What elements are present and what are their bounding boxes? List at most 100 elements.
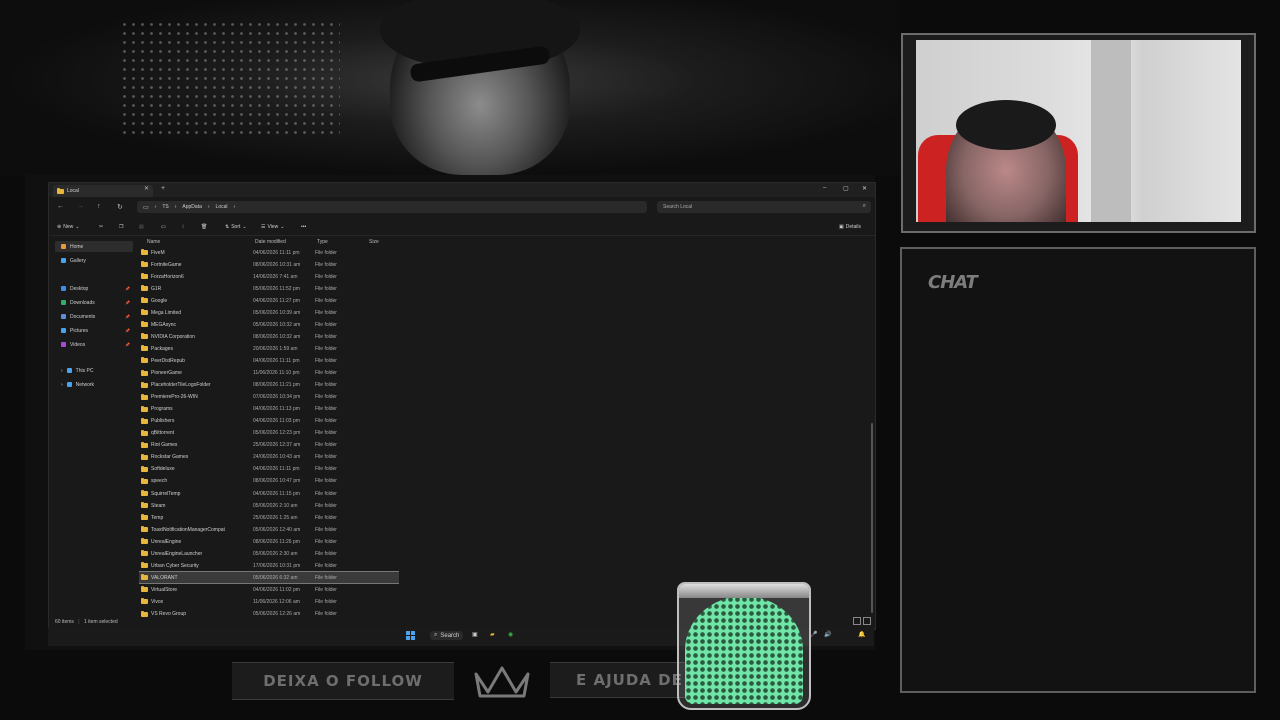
details-view-icon[interactable] [853,617,861,625]
file-explorer-icon[interactable]: ▰ [490,631,495,638]
table-row[interactable]: PremierePro-26-WIN 07/06/2026 10:34 pm Fil… [139,392,399,403]
back-icon[interactable]: ← [57,203,64,210]
start-button[interactable] [406,631,415,640]
table-row[interactable]: Steam 05/06/2026 2:10 am File folder [139,500,399,511]
sidebar-item-documents[interactable]: Documents 📌 [55,311,133,322]
chrome-icon[interactable]: ◉ [508,631,513,638]
sidebar-item-this-pc[interactable]: › This PC [55,365,133,376]
table-row[interactable]: PeerDistRepub 04/06/2026 11:11 pm File fol… [139,355,399,366]
sidebar-item-desktop[interactable]: Desktop 📌 [55,283,133,294]
volume-icon[interactable]: 🔊 [824,631,831,638]
column-name[interactable]: Name [147,239,160,245]
taskbar-search[interactable]: ⌕ Search [430,631,464,640]
table-row[interactable]: PioneerGame 11/06/2026 11:10 pm File folde… [139,368,399,379]
table-row[interactable]: MEGAsync 05/06/2026 10:32 am File folder [139,319,399,330]
table-row[interactable]: Rockstar Games 24/06/2026 10:43 am File fo… [139,452,399,463]
folder-icon [141,477,148,484]
documents-icon [61,314,66,319]
file-type: File folder [315,574,337,581]
table-row[interactable]: ToastNotificationManagerCompat 05/06/2026… [139,524,399,535]
file-name-label: VALORANT [151,574,178,581]
table-row[interactable]: G1R 05/06/2026 11:52 pm File folder [139,283,399,294]
search-icon: ⌕ [434,632,438,638]
more-options-icon[interactable]: ••• [301,224,306,230]
table-row[interactable]: speech 08/06/2026 10:47 pm File folder [139,476,399,487]
table-row[interactable]: qBittorrent 05/06/2026 12:23 pm File folde… [139,428,399,439]
scrollbar[interactable] [871,423,873,613]
sidebar-item-pictures[interactable]: Pictures 📌 [55,325,133,336]
up-icon[interactable]: ↑ [97,203,101,210]
forward-icon[interactable]: → [77,203,84,210]
close-window-icon[interactable]: ✕ [862,185,867,192]
sidebar-item-gallery[interactable]: Gallery [55,255,133,266]
file-name: VALORANT [141,574,178,581]
rename-icon[interactable]: ▭ [161,224,166,230]
tab-local[interactable]: Local ✕ [53,185,153,197]
table-row[interactable]: UnrealEngineLauncher 05/06/2026 2:30 am Fi… [139,548,399,559]
table-row[interactable]: VALORANT 05/06/2026 6:32 am File folder [139,571,399,585]
table-row[interactable]: FortniteGame 08/06/2026 10:31 am File fold… [139,259,399,270]
table-row[interactable]: SquirrelTemp 04/06/2026 11:15 pm File fold… [139,488,399,499]
folder-icon [141,574,148,581]
microphone-icon[interactable]: 🎤 [810,631,817,638]
share-icon[interactable]: ⇪ [181,224,185,230]
view-button[interactable]: ☰ View ⌄ [261,224,284,230]
sidebar-item-network[interactable]: › Network [55,379,133,390]
delete-icon[interactable]: 🗑 [201,224,207,230]
column-type[interactable]: Type [317,239,328,245]
folder-icon [141,429,148,436]
file-type: File folder [315,382,337,389]
cut-icon[interactable]: ✂ [99,224,103,230]
table-row[interactable]: VS Revo Group 05/06/2026 12:26 am File fol… [139,609,399,617]
table-row[interactable]: FiveM 04/06/2026 11:11 pm File folder [139,247,399,258]
file-date: 04/06/2026 11:11 pm [253,466,300,473]
tiles-view-icon[interactable] [863,617,871,625]
table-row[interactable]: Programs 04/06/2026 11:13 pm File folder [139,404,399,415]
minimize-icon[interactable]: – [823,185,826,191]
column-size[interactable]: Size [369,239,379,245]
maximize-icon[interactable]: ▢ [843,185,849,192]
table-row[interactable]: Mega Limited 05/06/2026 10:39 am File fold… [139,307,399,318]
table-row[interactable]: Vivox 11/06/2026 12:06 am File folder [139,596,399,607]
breadcrumb-ts[interactable]: TS [162,204,168,210]
table-row[interactable]: VirtualStore 04/06/2026 11:02 pm File fold… [139,584,399,595]
file-name: Steam [141,502,165,509]
search-placeholder: Search Local [663,204,693,210]
breadcrumb-local[interactable]: Local [216,204,228,210]
table-row[interactable]: UnrealEngine 08/06/2026 11:26 pm File fold… [139,536,399,547]
breadcrumb-appdata[interactable]: AppData [182,204,201,210]
copy-icon[interactable]: ❐ [119,224,123,230]
address-bar[interactable]: ▭ › TS › AppData › Local › [137,201,647,213]
table-row[interactable]: ForzaHorizon6 14/06/2026 7:41 am File fold… [139,271,399,282]
view-icon: ☰ [261,224,266,230]
close-tab-icon[interactable]: ✕ [144,185,149,192]
table-row[interactable]: Softdeluxe 04/06/2026 11:11 pm File folder [139,464,399,475]
sort-button[interactable]: ⇅ Sort ⌄ [225,224,247,230]
table-row[interactable]: Temp 25/06/2026 1:25 am File folder [139,512,399,523]
sidebar-item-videos[interactable]: Videos 📌 [55,339,133,350]
table-row[interactable]: Urban Cyber Security 17/06/2026 10:31 pm F… [139,560,399,571]
crown-icon [474,666,530,698]
file-name-label: Packages [151,345,173,352]
paste-icon[interactable]: ▤ [139,224,144,230]
task-view-icon[interactable]: ▣ [472,631,478,638]
search-input[interactable]: Search Local ⌕ [657,201,871,213]
new-tab-icon[interactable]: + [161,185,165,192]
table-row[interactable]: Google 04/06/2026 11:27 pm File folder [139,295,399,306]
table-row[interactable]: Riot Games 25/06/2026 12:37 am File folder [139,440,399,451]
new-button[interactable]: ⊕ New ⌄ [57,224,79,230]
sidebar-item-home[interactable]: Home [55,241,133,252]
sidebar-item-downloads[interactable]: Downloads 📌 [55,297,133,308]
file-type: File folder [315,345,337,352]
refresh-icon[interactable]: ↻ [117,203,123,211]
column-date[interactable]: Date modified [255,239,286,245]
table-row[interactable]: NVIDIA Corporation 08/06/2026 10:32 am Fil… [139,331,399,342]
jar-lid [679,584,809,598]
table-row[interactable]: Packages 20/06/2026 1:59 am File folder [139,343,399,354]
table-row[interactable]: PlaceholderTileLogoFolder 08/06/2026 11:2… [139,380,399,391]
notification-icon[interactable]: 🔔 [858,631,865,638]
file-date: 08/06/2026 10:31 am [253,261,301,268]
table-row[interactable]: Publishers 04/06/2026 11:03 pm File folder [139,416,399,427]
file-name-label: NVIDIA Corporation [151,333,195,340]
details-button[interactable]: ▣ Details [839,224,861,230]
